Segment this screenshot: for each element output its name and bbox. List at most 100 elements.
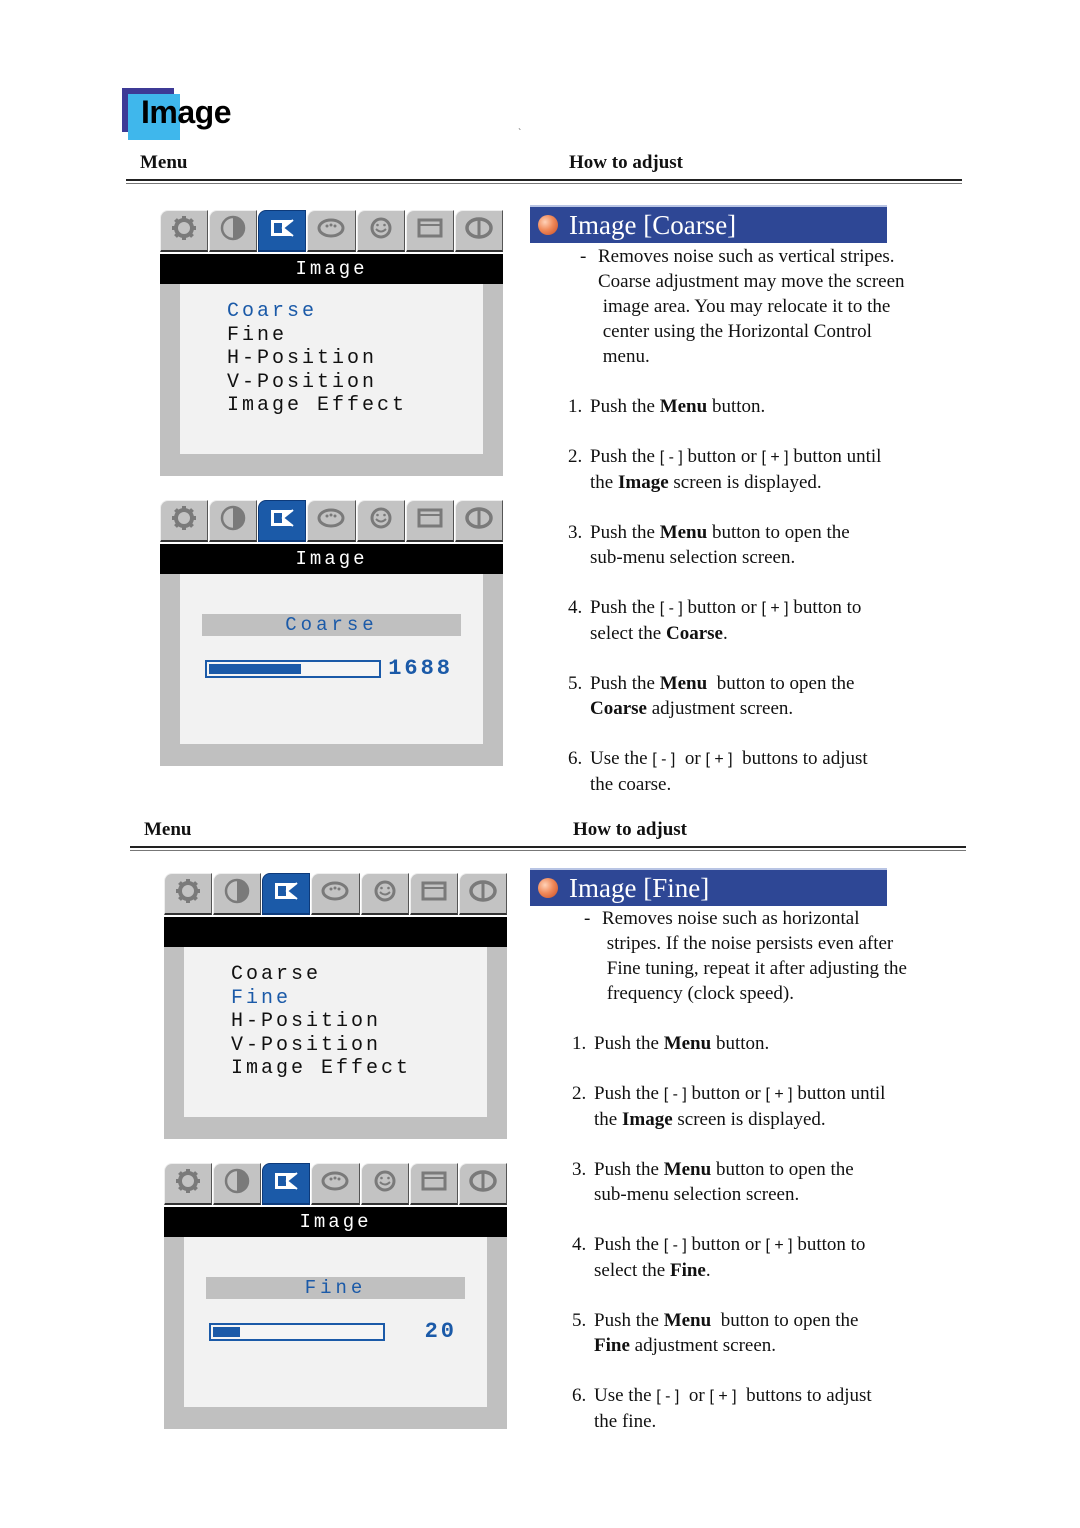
menu-column-label: Menu	[140, 152, 188, 173]
osd-tab-bar	[164, 1163, 507, 1207]
osd-tab[interactable]	[409, 1163, 458, 1205]
step-text: button to	[788, 597, 862, 618]
osd-tab[interactable]	[160, 210, 209, 252]
osd-tab[interactable]	[262, 873, 311, 915]
step-text: buttons to adjust	[736, 1385, 872, 1406]
osd-tab[interactable]	[209, 500, 258, 542]
osd-tab[interactable]	[307, 500, 356, 542]
orange-bullet-icon	[538, 878, 558, 898]
osd-tab[interactable]	[160, 500, 209, 542]
step-keyword: Coarse	[665, 623, 723, 644]
osd-tab[interactable]	[164, 873, 213, 915]
osd-tab[interactable]	[454, 210, 503, 252]
osd-menu-item[interactable]: Coarse	[231, 963, 411, 987]
osd-tab[interactable]	[307, 210, 356, 252]
contrast-half-circle-icon	[222, 876, 252, 911]
step-text: button to open the	[711, 1310, 859, 1331]
step-text: button or	[682, 597, 762, 618]
info-circle-icon	[468, 1166, 498, 1201]
step-keyword: Image	[621, 1109, 673, 1130]
osd-screen-image-menu-fine: Coarse Fine H-Position V-Position Image Effe…	[164, 873, 507, 1139]
osd-title-bar	[164, 917, 507, 947]
palette-icon	[316, 503, 346, 538]
fine-steps: 1. Push the Menu button. 2. Push the [ - ] …	[572, 1031, 962, 1459]
osd-tab[interactable]	[356, 500, 405, 542]
plus-button-ref: [ + ]	[761, 600, 789, 617]
step-text: the fine.	[594, 1411, 657, 1432]
osd-menu-item[interactable]: Fine	[227, 324, 407, 348]
step-text: Push the	[590, 522, 660, 543]
step-text: .	[705, 1260, 711, 1281]
step-text: or	[679, 1385, 710, 1406]
osd-tab[interactable]	[213, 873, 262, 915]
osd-tab[interactable]	[311, 1163, 360, 1205]
step-item: 2. Push the [ - ] button or [ + ] button …	[568, 444, 958, 495]
step-keyword: Image	[617, 472, 669, 493]
description-line: Fine tuning, repeat it after adjusting t…	[602, 958, 907, 979]
osd-tab[interactable]	[405, 500, 454, 542]
osd-frame: Coarse 1688	[160, 574, 503, 766]
how-to-adjust-column-label: How to adjust	[569, 152, 684, 173]
palette-icon	[316, 213, 346, 248]
palette-icon	[320, 876, 350, 911]
osd-menu-item[interactable]: Image Effect	[231, 1057, 411, 1081]
osd-tab[interactable]	[356, 210, 405, 252]
osd-menu-item[interactable]: Image Effect	[227, 394, 407, 418]
osd-menu-item[interactable]: V-Position	[227, 371, 407, 395]
coarse-steps: 1. Push the Menu button. 2. Push the [ - ] …	[568, 394, 958, 822]
plus-button-ref: [ + ]	[765, 1237, 793, 1254]
osd-tab[interactable]	[360, 873, 409, 915]
osd-tab[interactable]	[458, 873, 507, 915]
osd-tab[interactable]	[258, 210, 307, 252]
osd-tab[interactable]	[258, 500, 307, 542]
osd-tab-bar	[164, 873, 507, 917]
step-text: button until	[788, 446, 882, 467]
osd-frame: Fine 20	[164, 1237, 507, 1429]
image-icon	[267, 503, 297, 538]
osd-menu-item[interactable]: V-Position	[231, 1034, 411, 1058]
osd-tab[interactable]	[164, 1163, 213, 1205]
osd-progress-bar[interactable]	[205, 660, 381, 678]
osd-tab[interactable]	[213, 1163, 262, 1205]
osd-progress-bar[interactable]	[209, 1323, 385, 1341]
step-number: 1.	[572, 1033, 587, 1054]
contrast-half-circle-icon	[218, 503, 248, 538]
window-frame-icon	[415, 503, 445, 538]
osd-tab[interactable]	[454, 500, 503, 542]
step-text: the coarse.	[590, 774, 672, 795]
step-text: sub-menu selection screen.	[594, 1184, 800, 1205]
step-text: button to open the	[711, 1159, 854, 1180]
step-item: 2. Push the [ - ] button or [ + ] button …	[572, 1081, 962, 1132]
plus-button-ref: [ + ]	[765, 1086, 793, 1103]
gear-icon	[173, 1166, 203, 1201]
osd-title-bar: Image	[160, 254, 503, 284]
plus-button-ref: [ + ]	[705, 751, 733, 768]
osd-menu-item[interactable]: H-Position	[231, 1010, 411, 1034]
osd-tab[interactable]	[209, 210, 258, 252]
osd-tab[interactable]	[360, 1163, 409, 1205]
osd-menu-item[interactable]: H-Position	[227, 347, 407, 371]
gear-icon	[173, 876, 203, 911]
step-text: Push the	[590, 396, 660, 417]
step-text: screen is displayed.	[672, 1109, 826, 1130]
description-text: Removes noise such as horizontal stripes…	[584, 906, 964, 1006]
osd-tab[interactable]	[262, 1163, 311, 1205]
osd-menu-item[interactable]: Fine	[231, 987, 411, 1011]
osd-menu-item[interactable]: Coarse	[227, 300, 407, 324]
step-text: Use the	[594, 1385, 657, 1406]
osd-tab[interactable]	[458, 1163, 507, 1205]
step-text: button to	[792, 1234, 866, 1255]
step-item: 6. Use the [ - ] or [ + ] buttons to adju…	[572, 1383, 962, 1434]
osd-tab[interactable]	[311, 873, 360, 915]
step-keyword: Menu	[663, 1310, 712, 1331]
step-text: select the	[594, 1260, 670, 1281]
osd-screen-image-menu-coarse: Image Coarse Fine H-Position V-Position Image…	[160, 210, 503, 476]
step-number: 4.	[572, 1234, 587, 1255]
step-number: 6.	[572, 1385, 587, 1406]
osd-tab[interactable]	[409, 873, 458, 915]
gear-icon	[169, 503, 199, 538]
description-dash: -	[580, 246, 587, 267]
step-item: 1. Push the Menu button.	[568, 394, 958, 419]
osd-tab[interactable]	[405, 210, 454, 252]
step-text: Push the	[590, 446, 660, 467]
